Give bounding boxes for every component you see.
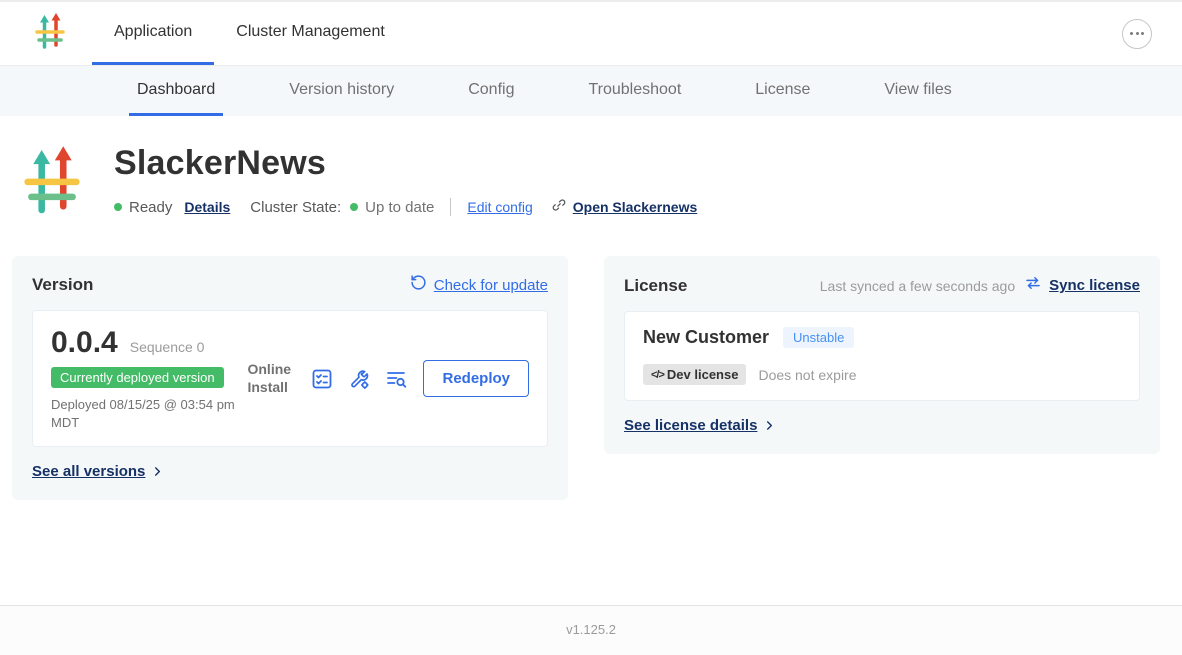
cluster-state-label: Cluster State: xyxy=(250,199,341,216)
config-wrench-icon[interactable] xyxy=(347,367,371,391)
subnav-item-troubleshoot[interactable]: Troubleshoot xyxy=(580,66,689,116)
app-logo xyxy=(34,2,66,65)
main-content: SlackerNews Ready Details Cluster State:… xyxy=(0,116,1182,605)
divider xyxy=(450,198,451,216)
sequence-label: Sequence 0 xyxy=(130,339,205,355)
subnav-item-view-files[interactable]: View files xyxy=(876,66,959,116)
tab-application-label: Application xyxy=(114,23,192,41)
top-header: Application Cluster Management xyxy=(0,2,1182,66)
version-actions: Online Install xyxy=(247,360,529,397)
slackernews-logo-icon xyxy=(34,12,66,55)
customer-name: New Customer xyxy=(643,327,769,348)
tab-cluster-management-label: Cluster Management xyxy=(236,23,385,41)
open-app-label: Open Slackernews xyxy=(573,199,698,215)
deploy-logs-icon[interactable] xyxy=(384,367,408,391)
sync-license-link[interactable]: Sync license xyxy=(1024,274,1140,297)
last-synced-label: Last synced a few seconds ago xyxy=(820,278,1015,294)
header-tabs: Application Cluster Management xyxy=(92,2,407,65)
details-link[interactable]: Details xyxy=(184,199,230,215)
subnav-config-label: Config xyxy=(468,81,514,99)
version-number: 0.0.4 xyxy=(51,326,118,360)
license-card: License Last synced a few seconds ago Sy… xyxy=(604,256,1160,454)
link-icon xyxy=(551,197,573,217)
sync-arrows-icon xyxy=(1024,274,1042,297)
see-license-details-link[interactable]: See license details xyxy=(624,417,1140,434)
more-menu-button[interactable] xyxy=(1122,19,1152,49)
preflight-checks-icon[interactable] xyxy=(310,367,334,391)
channel-badge: Unstable xyxy=(783,327,854,348)
cluster-state-value: Up to date xyxy=(365,199,434,216)
app-header: SlackerNews Ready Details Cluster State:… xyxy=(0,142,1182,218)
deployed-status-badge: Currently deployed version xyxy=(51,367,224,388)
subnav-version-history-label: Version history xyxy=(289,81,394,99)
open-app-link[interactable]: Open Slackernews xyxy=(551,197,698,217)
version-info: 0.0.4 Sequence 0 Currently deployed vers… xyxy=(51,326,247,431)
license-type-badge: </> Dev license xyxy=(643,364,746,385)
admin-console-version: v1.125.2 xyxy=(566,622,616,637)
tab-application[interactable]: Application xyxy=(92,2,214,65)
slackernews-app-icon xyxy=(22,142,82,218)
subnav-item-version-history[interactable]: Version history xyxy=(281,66,402,116)
subnav-item-config[interactable]: Config xyxy=(460,66,522,116)
redeploy-button[interactable]: Redeploy xyxy=(423,360,529,397)
see-all-versions-link[interactable]: See all versions xyxy=(32,463,548,480)
dashboard-cards: Version Check for update 0.0.4 Sequ xyxy=(0,256,1182,500)
see-license-details-label: See license details xyxy=(624,417,757,434)
license-expiration: Does not expire xyxy=(758,367,856,383)
code-icon: </> xyxy=(651,369,664,381)
status-dot-ready xyxy=(114,203,122,211)
subnav-view-files-label: View files xyxy=(884,81,951,99)
chevron-right-icon xyxy=(152,466,163,477)
subnav-dashboard-label: Dashboard xyxy=(137,81,215,99)
edit-config-link[interactable]: Edit config xyxy=(467,199,532,215)
subnav-license-label: License xyxy=(755,81,810,99)
page-title: SlackerNews xyxy=(114,144,697,183)
see-all-versions-label: See all versions xyxy=(32,463,145,480)
install-type-label: Online Install xyxy=(247,361,295,396)
version-card-title: Version xyxy=(32,275,93,295)
current-version-panel: 0.0.4 Sequence 0 Currently deployed vers… xyxy=(32,310,548,447)
check-for-update-link[interactable]: Check for update xyxy=(410,274,548,296)
version-card: Version Check for update 0.0.4 Sequ xyxy=(12,256,568,500)
page-footer: v1.125.2 xyxy=(0,605,1182,655)
deployed-timestamp: Deployed 08/15/25 @ 03:54 pm MDT xyxy=(51,396,247,431)
ellipsis-icon xyxy=(1130,32,1133,35)
subnav-item-license[interactable]: License xyxy=(747,66,818,116)
subnav-item-dashboard[interactable]: Dashboard xyxy=(129,66,223,116)
sync-license-label: Sync license xyxy=(1049,277,1140,294)
license-type-label: Dev license xyxy=(667,367,739,382)
subnav-troubleshoot-label: Troubleshoot xyxy=(588,81,681,99)
app-status-row: Ready Details Cluster State: Up to date … xyxy=(114,197,697,217)
license-panel: New Customer Unstable </> Dev license Do… xyxy=(624,311,1140,401)
check-for-update-label: Check for update xyxy=(434,277,548,294)
tab-cluster-management[interactable]: Cluster Management xyxy=(214,2,407,65)
refresh-icon xyxy=(410,274,427,296)
app-subnav: Dashboard Version history Config Trouble… xyxy=(0,66,1182,116)
status-dot-cluster xyxy=(350,203,358,211)
chevron-right-icon xyxy=(764,420,775,431)
status-ready-label: Ready xyxy=(129,199,172,216)
license-card-title: License xyxy=(624,276,687,296)
